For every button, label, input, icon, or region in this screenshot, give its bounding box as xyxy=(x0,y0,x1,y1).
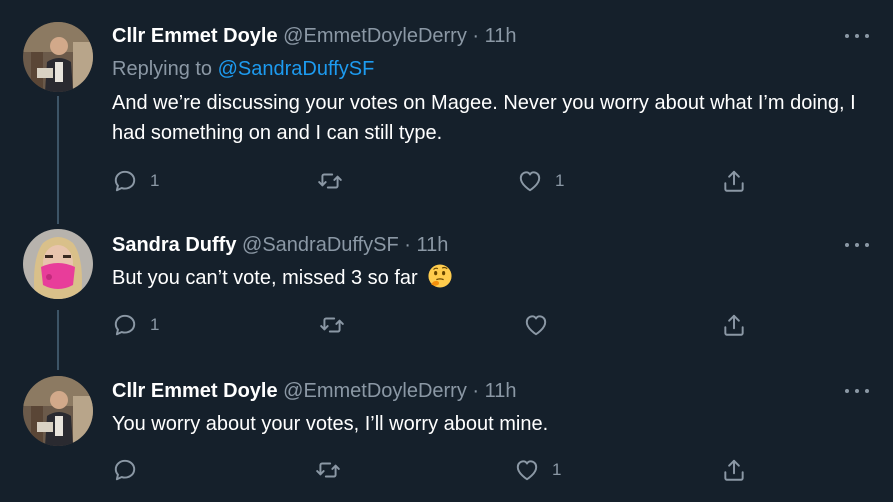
retweet-icon xyxy=(316,462,340,478)
tweet-header: Sandra Duffy @SandraDuffySF · 11h xyxy=(112,233,448,257)
retweet-button[interactable] xyxy=(315,455,353,485)
more-options-icon[interactable] xyxy=(845,235,869,255)
tweet-text: But you can’t vote, missed 3 so far xyxy=(112,267,418,289)
avatar[interactable] xyxy=(23,22,93,92)
replying-prefix: Replying to xyxy=(112,58,213,80)
heart-icon xyxy=(525,315,547,336)
share-icon xyxy=(724,459,744,481)
author-name[interactable]: Cllr Emmet Doyle xyxy=(112,380,278,402)
reply-button[interactable]: 1 xyxy=(112,310,159,340)
share-button[interactable] xyxy=(721,310,747,340)
author-handle[interactable]: @EmmetDoyleDerry xyxy=(283,25,467,47)
timestamp[interactable]: 11h xyxy=(485,380,517,402)
timestamp[interactable]: 11h xyxy=(417,234,449,256)
avatar[interactable] xyxy=(23,229,93,299)
more-options-icon[interactable] xyxy=(845,26,869,46)
tweet-2[interactable]: Sandra Duffy @SandraDuffySF · 11h But yo… xyxy=(0,215,893,360)
tweet-header: Cllr Emmet Doyle @EmmetDoyleDerry · 11h xyxy=(112,24,517,48)
tweet-1[interactable]: Cllr Emmet Doyle @EmmetDoyleDerry · 11h … xyxy=(0,0,893,215)
replying-to: Replying to @SandraDuffySF xyxy=(112,57,374,81)
action-bar: 1 xyxy=(112,310,772,340)
tweet-text-container: But you can’t vote, missed 3 so far xyxy=(112,263,882,293)
heart-icon xyxy=(519,171,541,192)
reply-button[interactable]: 1 xyxy=(112,166,159,196)
action-bar: 1 1 xyxy=(112,166,772,196)
like-button[interactable]: 1 xyxy=(517,166,564,196)
tweet-text: You worry about your votes, I’ll worry a… xyxy=(112,413,549,435)
tweet-3[interactable]: Cllr Emmet Doyle @EmmetDoyleDerry · 11h … xyxy=(0,360,893,502)
reply-button[interactable] xyxy=(112,455,150,485)
tweet-header: Cllr Emmet Doyle @EmmetDoyleDerry · 11h xyxy=(112,379,517,403)
reply-count: 1 xyxy=(150,171,160,190)
like-count: 1 xyxy=(555,171,565,190)
replying-handle-link[interactable]: @SandraDuffySF xyxy=(218,58,375,80)
separator: · xyxy=(472,25,480,47)
reply-count: 1 xyxy=(150,315,160,334)
timestamp[interactable]: 11h xyxy=(485,25,517,47)
author-handle[interactable]: @EmmetDoyleDerry xyxy=(283,380,467,402)
share-button[interactable] xyxy=(721,166,747,196)
separator: · xyxy=(472,380,480,402)
action-bar: 1 xyxy=(112,455,772,485)
share-button[interactable] xyxy=(721,455,747,485)
reply-icon xyxy=(114,314,136,336)
author-name[interactable]: Sandra Duffy xyxy=(112,234,236,256)
author-handle[interactable]: @SandraDuffySF xyxy=(242,234,399,256)
retweet-icon xyxy=(320,317,344,333)
retweet-button[interactable] xyxy=(317,166,355,196)
like-count: 1 xyxy=(552,460,562,479)
author-name[interactable]: Cllr Emmet Doyle xyxy=(112,25,278,47)
reply-icon xyxy=(114,459,136,481)
tweet-text: And we’re discussing your votes on Magee… xyxy=(112,92,856,144)
share-icon xyxy=(724,170,744,192)
retweet-button[interactable] xyxy=(319,310,357,340)
reply-icon xyxy=(114,170,136,192)
retweet-icon xyxy=(318,173,342,189)
thinking-face-icon xyxy=(428,264,452,288)
heart-icon xyxy=(516,460,538,481)
like-button[interactable] xyxy=(523,310,561,340)
separator: · xyxy=(404,234,411,256)
like-button[interactable]: 1 xyxy=(514,455,561,485)
share-icon xyxy=(724,314,744,336)
more-options-icon[interactable] xyxy=(845,381,869,401)
avatar[interactable] xyxy=(23,376,93,446)
